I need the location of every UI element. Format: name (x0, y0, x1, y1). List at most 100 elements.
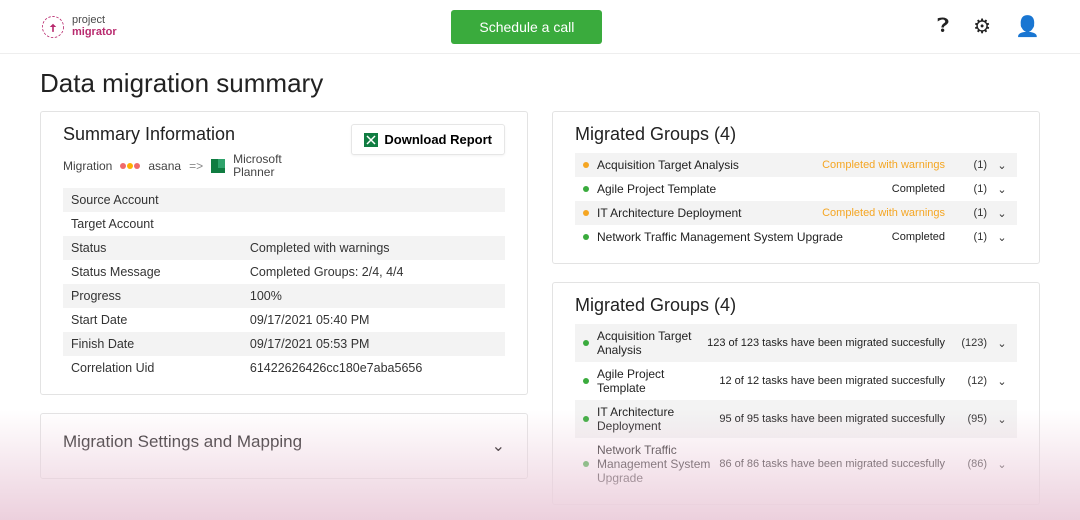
chevron-down-icon[interactable]: ⌄ (995, 207, 1009, 220)
summary-key: Progress (71, 289, 250, 303)
summary-key: Source Account (71, 193, 250, 207)
group-name: Agile Project Template (597, 182, 884, 196)
summary-value: Completed Groups: 2/4, 4/4 (250, 265, 497, 279)
group-row[interactable]: Agile Project Template 12 of 12 tasks hav… (575, 362, 1017, 400)
summary-key: Target Account (71, 217, 250, 231)
summary-value: Completed with warnings (250, 241, 497, 255)
group-status: 12 of 12 tasks have been migrated succes… (719, 375, 945, 387)
group-name: Agile Project Template (597, 367, 711, 395)
groups-a-heading: Migrated Groups (4) (575, 124, 1017, 145)
group-row[interactable]: IT Architecture Deployment 95 of 95 tasks… (575, 400, 1017, 438)
group-status: 123 of 123 tasks have been migrated succ… (707, 337, 945, 349)
right-column: Migrated Groups (4) Acquisition Target A… (552, 111, 1040, 505)
settings-heading: Migration Settings and Mapping (63, 432, 302, 452)
group-count: (1) (953, 231, 987, 243)
status-bullet-icon (583, 416, 589, 422)
target-tool-label: Microsoft Planner (233, 153, 287, 178)
summary-row: Progress100% (63, 284, 505, 308)
group-count: (86) (953, 458, 987, 470)
group-name: Acquisition Target Analysis (597, 329, 699, 357)
asana-icon (120, 163, 140, 169)
summary-key: Finish Date (71, 337, 250, 351)
summary-heading: Summary Information (63, 124, 287, 145)
status-bullet-icon (583, 234, 589, 240)
group-row[interactable]: IT Architecture DeploymentCompleted with… (575, 201, 1017, 225)
group-row[interactable]: Acquisition Target Analysis 123 of 123 ta… (575, 324, 1017, 362)
group-name: IT Architecture Deployment (597, 405, 711, 433)
summary-key: Correlation Uid (71, 361, 250, 375)
status-bullet-icon (583, 186, 589, 192)
summary-value: 61422626426cc180e7aba5656 (250, 361, 497, 375)
group-status: Completed (892, 183, 945, 195)
source-tool-label: asana (148, 159, 181, 173)
group-name: Network Traffic Management System Upgrad… (597, 230, 884, 244)
account-icon[interactable]: 👤 (1015, 14, 1040, 39)
page-title: Data migration summary (40, 68, 1040, 99)
help-icon[interactable]: ❓︎ (937, 15, 949, 38)
group-row[interactable]: Network Traffic Management System Upgrad… (575, 225, 1017, 249)
group-row[interactable]: Network Traffic Management System Upgrad… (575, 438, 1017, 490)
left-column: Summary Information Migration asana => M… (40, 111, 528, 505)
top-icons: ❓︎ ⚙ 👤 (937, 14, 1040, 39)
migration-label: Migration (63, 159, 112, 173)
groups-b-heading: Migrated Groups (4) (575, 295, 1017, 316)
group-name: Acquisition Target Analysis (597, 158, 814, 172)
summary-value: 09/17/2021 05:53 PM (250, 337, 497, 351)
page: Data migration summary Summary Informati… (0, 54, 1080, 505)
group-count: (12) (953, 375, 987, 387)
download-report-label: Download Report (384, 132, 492, 147)
settings-card[interactable]: Migration Settings and Mapping ⌄ (40, 413, 528, 479)
chevron-down-icon[interactable]: ⌄ (995, 458, 1009, 471)
summary-key: Status (71, 241, 250, 255)
migration-line: Migration asana => Microsoft Planner (63, 153, 287, 178)
group-row[interactable]: Agile Project Template Completed (1) ⌄ (575, 177, 1017, 201)
group-count: (1) (953, 183, 987, 195)
status-bullet-icon (583, 340, 589, 346)
group-row[interactable]: Acquisition Target Analysis Completed wit… (575, 153, 1017, 177)
groups-a-list: Acquisition Target Analysis Completed wit… (575, 153, 1017, 249)
schedule-call-button[interactable]: Schedule a call (451, 10, 602, 44)
logo-text: projectmigrator (72, 15, 117, 38)
gear-icon[interactable]: ⚙ (973, 14, 991, 39)
group-count: (95) (953, 413, 987, 425)
chevron-down-icon: ⌄ (492, 436, 505, 456)
summary-value: 100% (250, 289, 497, 303)
logo-icon (40, 14, 66, 40)
summary-key: Start Date (71, 313, 250, 327)
status-bullet-icon (583, 461, 589, 467)
summary-row: Correlation Uid61422626426cc180e7aba5656 (63, 356, 505, 380)
chevron-down-icon[interactable]: ⌄ (995, 375, 1009, 388)
logo[interactable]: projectmigrator (40, 14, 117, 40)
group-count: (123) (953, 337, 987, 349)
status-bullet-icon (583, 378, 589, 384)
arrow-icon: => (189, 159, 203, 173)
topbar: projectmigrator Schedule a call ❓︎ ⚙ 👤 (0, 0, 1080, 54)
chevron-down-icon[interactable]: ⌄ (995, 337, 1009, 350)
group-status: Completed with warnings (822, 159, 945, 171)
group-status: 86 of 86 tasks have been migrated succes… (719, 458, 945, 470)
summary-value: 09/17/2021 05:40 PM (250, 313, 497, 327)
summary-row: Finish Date09/17/2021 05:53 PM (63, 332, 505, 356)
summary-row: StatusCompleted with warnings (63, 236, 505, 260)
download-report-button[interactable]: Download Report (351, 124, 505, 155)
group-count: (1) (953, 207, 987, 219)
groups-card-b: Migrated Groups (4) Acquisition Target A… (552, 282, 1040, 505)
summary-key: Status Message (71, 265, 250, 279)
summary-row: Source Account (63, 188, 505, 212)
summary-row: Start Date09/17/2021 05:40 PM (63, 308, 505, 332)
group-count: (1) (953, 159, 987, 171)
group-status: Completed (892, 231, 945, 243)
status-bullet-icon (583, 162, 589, 168)
group-status: 95 of 95 tasks have been migrated succes… (719, 413, 945, 425)
status-bullet-icon (583, 210, 589, 216)
group-name: IT Architecture Deployment (597, 206, 814, 220)
group-name: Network Traffic Management System Upgrad… (597, 443, 711, 485)
chevron-down-icon[interactable]: ⌄ (995, 231, 1009, 244)
chevron-down-icon[interactable]: ⌄ (995, 183, 1009, 196)
chevron-down-icon[interactable]: ⌄ (995, 413, 1009, 426)
chevron-down-icon[interactable]: ⌄ (995, 159, 1009, 172)
groups-b-list: Acquisition Target Analysis 123 of 123 ta… (575, 324, 1017, 490)
groups-card-a: Migrated Groups (4) Acquisition Target A… (552, 111, 1040, 264)
summary-table: Source Account Target Account StatusComple… (63, 188, 505, 380)
summary-row: Target Account (63, 212, 505, 236)
